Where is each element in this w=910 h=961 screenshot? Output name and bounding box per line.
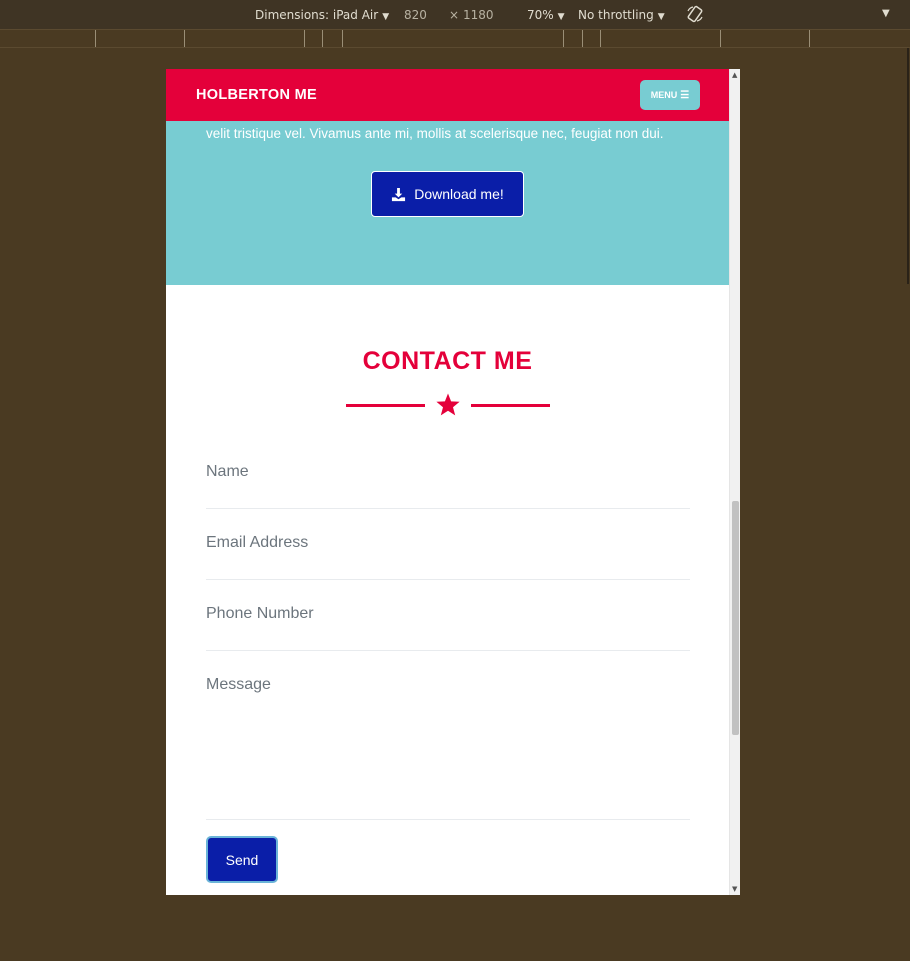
scroll-up-icon[interactable]: ▲ (732, 71, 737, 79)
ruler-tick (600, 30, 601, 47)
width-input[interactable]: 820 (404, 8, 427, 22)
email-field[interactable]: Email Address (206, 520, 690, 580)
ruler-tick (322, 30, 323, 47)
scroll-down-icon[interactable]: ▼ (732, 885, 737, 893)
chevron-down-icon: ▼ (382, 12, 390, 22)
contact-heading: CONTACT ME (362, 347, 533, 375)
zoom-label: 70% (527, 8, 554, 22)
send-button[interactable]: Send (206, 836, 278, 883)
about-text: velit tristique vel. Vivamus ante mi, mo… (206, 126, 664, 141)
phone-placeholder: Phone Number (206, 605, 314, 622)
throttling-select[interactable]: No throttling ▼ (578, 8, 665, 22)
ruler-tick (809, 30, 810, 47)
ruler-tick (95, 30, 96, 47)
panel-edge (907, 48, 909, 284)
dimensions-label: Dimensions: iPad Air (255, 8, 379, 22)
menu-label: MENU (650, 90, 678, 100)
name-field[interactable]: Name (206, 449, 690, 509)
phone-field[interactable]: Phone Number (206, 591, 690, 651)
menu-button[interactable]: MENU ☰ (640, 80, 700, 110)
download-icon (392, 187, 406, 201)
navbar: HOLBERTON ME MENU ☰ (166, 69, 729, 121)
height-input[interactable]: 1180 (463, 8, 494, 22)
ruler-tick (582, 30, 583, 47)
divider-line (471, 404, 550, 407)
times-icon: × (449, 8, 460, 22)
ruler-tick (563, 30, 564, 47)
email-placeholder: Email Address (206, 534, 309, 551)
name-placeholder: Name (206, 463, 249, 480)
ruler-tick (342, 30, 343, 47)
scrollbar[interactable]: ▲ ▼ (729, 69, 740, 895)
scrollbar-thumb[interactable] (732, 501, 739, 735)
about-section: velit tristique vel. Vivamus ante mi, mo… (166, 121, 729, 285)
message-field[interactable]: Message (206, 661, 690, 820)
rotate-icon[interactable] (686, 5, 704, 23)
brand-link[interactable]: HOLBERTON ME (196, 87, 317, 103)
throttling-label: No throttling (578, 8, 654, 22)
ruler-tick (184, 30, 185, 47)
divider-line (346, 404, 425, 407)
zoom-select[interactable]: 70% ▼ (527, 8, 565, 22)
dimensions-select[interactable]: Dimensions: iPad Air ▼ (255, 8, 389, 22)
download-label: Download me! (414, 186, 504, 202)
devtools-device-toolbar: Dimensions: iPad Air ▼ 820 × 1180 70% ▼ No… (0, 0, 910, 30)
media-query-ruler (0, 30, 910, 48)
more-options-icon[interactable]: ▼ (882, 8, 890, 19)
hamburger-icon: ☰ (680, 89, 690, 101)
download-button[interactable]: Download me! (371, 171, 524, 217)
star-icon (436, 393, 460, 416)
chevron-down-icon: ▼ (557, 12, 565, 22)
chevron-down-icon: ▼ (657, 12, 665, 22)
ruler-tick (304, 30, 305, 47)
message-placeholder: Message (206, 676, 271, 693)
ruler-tick (720, 30, 721, 47)
device-viewport: HOLBERTON ME MENU ☰ velit tristique vel.… (166, 69, 740, 895)
